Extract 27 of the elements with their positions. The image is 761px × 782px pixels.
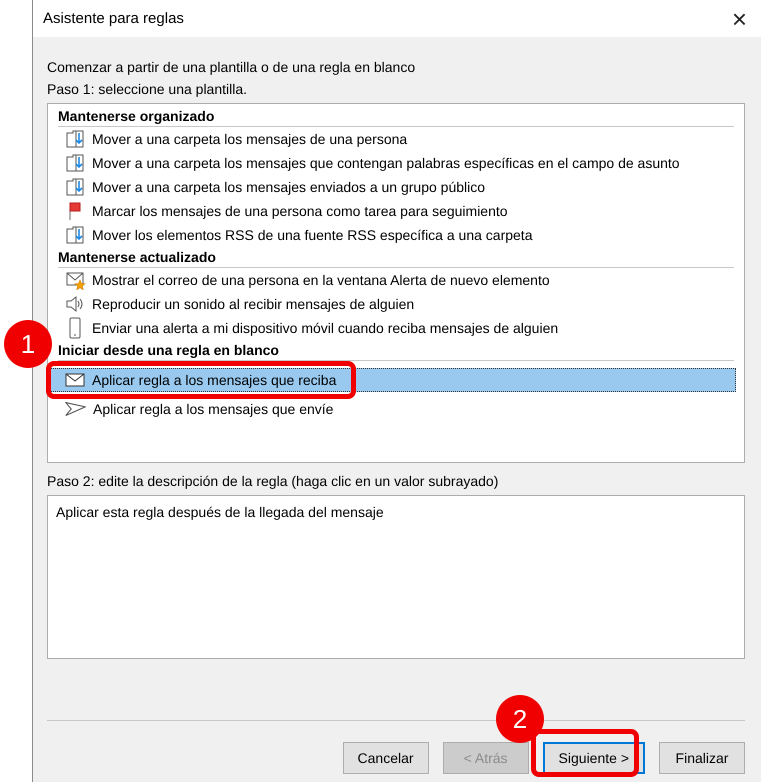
template-item[interactable]: Mover a una carpeta los mensajes que contengan palabras específicas en el campo de asunto <box>49 151 736 175</box>
template-item[interactable]: Mover a una carpeta los mensajes enviados a un grupo público <box>49 175 736 199</box>
window-title: Asistente para reglas <box>43 10 184 27</box>
close-button[interactable]: × <box>728 6 751 32</box>
step-label: Paso 1: seleccione una plantilla. <box>47 80 248 99</box>
step-label: Paso 2: edite la descripción de la regla (haga clic en un valor subrayado) <box>47 472 500 491</box>
group-heading: Mantenerse actualizado <box>58 247 734 268</box>
template-item[interactable]: Aplicar regla a los mensajes que reciba <box>49 368 736 392</box>
folder-arrow-icon <box>64 224 86 246</box>
wizard-button[interactable]: Cancelar <box>342 742 429 774</box>
template-item[interactable]: Mover los elementos RSS de una fuente RSS específica a una carpeta <box>49 223 736 247</box>
wizard-button[interactable]: Siguiente > <box>542 742 645 774</box>
folder-arrow-icon <box>64 152 86 174</box>
group-heading: Mantenerse organizado <box>58 106 734 127</box>
template-item[interactable]: Mover a una carpeta los mensajes de una persona <box>49 127 736 151</box>
folder-arrow-icon <box>64 128 86 150</box>
template-item[interactable]: Enviar una alerta a mi dispositivo móvil cuando reciba mensajes de alguien <box>49 316 736 340</box>
template-item[interactable]: Aplicar regla a los mensajes que envíe <box>49 397 736 421</box>
description-text: Aplicar esta regla después de la llegada del mensaje <box>56 504 384 520</box>
template-item[interactable]: Marcar los mensajes de una persona como tarea para seguimiento <box>49 199 736 223</box>
send-icon <box>65 402 86 416</box>
template-item[interactable]: Mostrar el correo de una persona en la ventana Alerta de nuevo elemento <box>49 268 736 292</box>
wizard-button[interactable]: Finalizar <box>659 742 745 774</box>
template-item[interactable]: Reproducir un sonido al recibir mensajes de alguien <box>49 292 736 316</box>
intro-text: Comenzar a partir de una plantilla o de una regla en blanco <box>47 58 416 77</box>
group-heading: Iniciar desde una regla en blanco <box>58 340 734 361</box>
folder-arrow-icon <box>64 176 86 198</box>
